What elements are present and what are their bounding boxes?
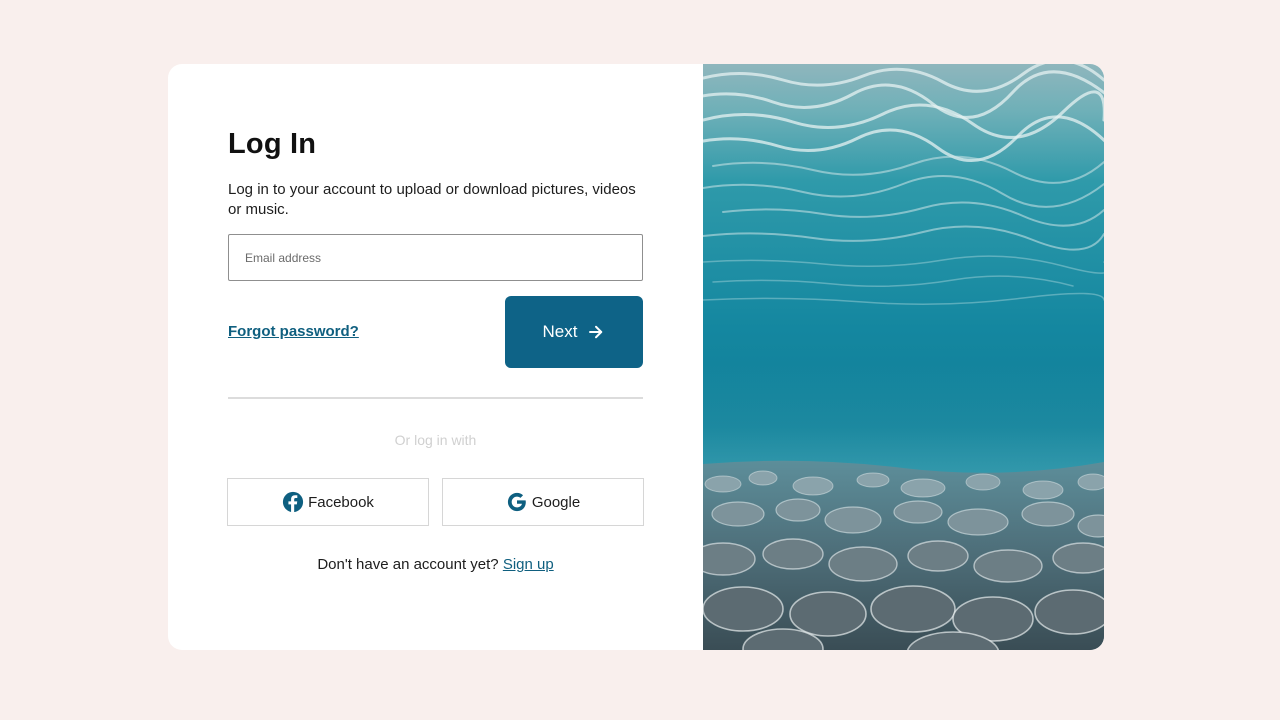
arrow-right-icon: [589, 325, 603, 339]
facebook-login-button[interactable]: Facebook: [227, 478, 429, 526]
next-button-label: Next: [542, 322, 578, 341]
forgot-password-link[interactable]: Forgot password?: [228, 323, 359, 340]
underwater-photo: [703, 64, 1104, 650]
login-card: Log In Log in to your account to upload …: [168, 64, 1104, 650]
login-subtitle: Log in to your account to upload or down…: [228, 181, 636, 218]
facebook-icon: [282, 491, 304, 513]
page-title: Log In: [228, 128, 317, 160]
login-form-panel: Log In Log in to your account to upload …: [168, 64, 703, 650]
google-icon: [506, 491, 528, 513]
google-login-button[interactable]: Google: [442, 478, 644, 526]
signup-row: Don't have an account yet? Sign up: [228, 556, 643, 573]
underwater-hero-image: [703, 64, 1104, 650]
email-field[interactable]: [228, 234, 643, 281]
or-log-in-with-text: Or log in with: [394, 432, 477, 448]
google-label: Google: [531, 493, 581, 511]
divider: [228, 397, 643, 399]
next-button[interactable]: Next: [505, 296, 643, 368]
facebook-label: Facebook: [308, 493, 374, 511]
signup-prompt: Don't have an account yet?: [317, 556, 499, 573]
sign-up-link[interactable]: Sign up: [503, 556, 554, 573]
